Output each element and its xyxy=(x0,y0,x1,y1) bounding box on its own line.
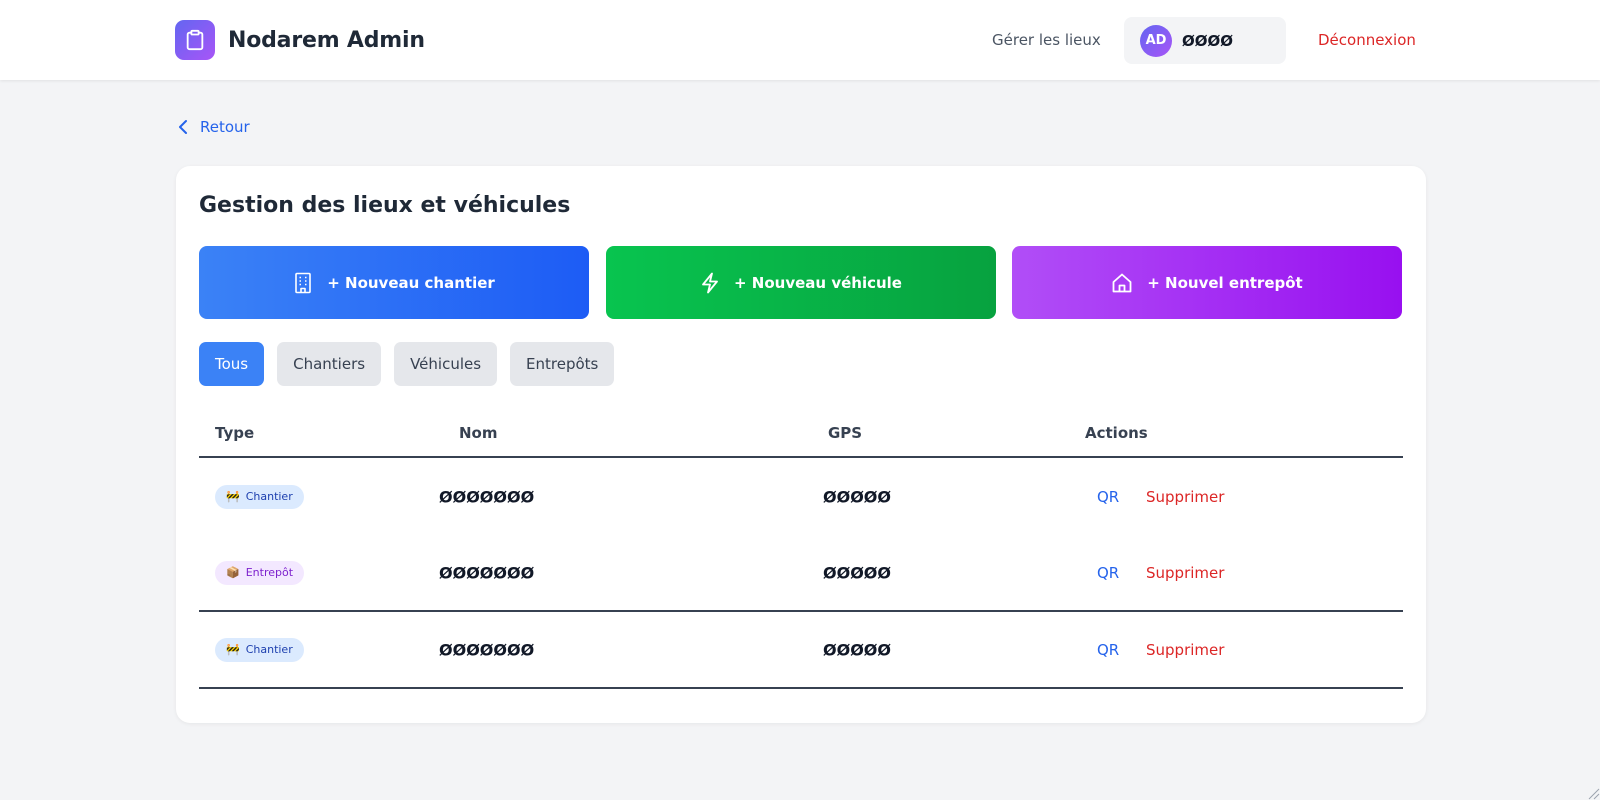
new-vehicle-button[interactable]: + Nouveau véhicule xyxy=(606,246,996,319)
type-label: Entrepôt xyxy=(245,566,294,579)
new-warehouse-button[interactable]: + Nouvel entrepôt xyxy=(1012,246,1402,319)
construction-icon: 🚧 xyxy=(226,490,240,503)
places-table: Type Nom GPS Actions 🚧 Chantier ØØØØØØØ … xyxy=(199,408,1403,689)
tab-vehicles[interactable]: Véhicules xyxy=(394,342,498,386)
qr-button[interactable]: QR xyxy=(1097,641,1119,659)
building-icon xyxy=(295,272,312,293)
brand-title: Nodarem Admin xyxy=(228,27,425,53)
column-header-type: Type xyxy=(215,424,255,442)
table-row: 🚧 Chantier ØØØØØØØ ØØØØØ QR Supprimer xyxy=(199,458,1403,535)
delete-button[interactable]: Supprimer xyxy=(1146,641,1224,659)
page-title: Gestion des lieux et véhicules xyxy=(199,193,571,218)
type-badge: 📦 Entrepôt xyxy=(215,560,305,585)
type-badge: 🚧 Chantier xyxy=(215,484,304,509)
new-warehouse-label: + Nouvel entrepôt xyxy=(1147,273,1303,292)
new-site-label: + Nouveau chantier xyxy=(327,273,495,292)
home-icon xyxy=(1112,273,1132,292)
resize-grip-icon[interactable] xyxy=(1586,786,1600,800)
name-cell: ØØØØØØØ xyxy=(439,563,535,582)
filter-tabs: Tous Chantiers Véhicules Entrepôts xyxy=(199,342,615,386)
construction-icon: 🚧 xyxy=(226,643,240,656)
tab-all[interactable]: Tous xyxy=(199,342,265,386)
name-cell: ØØØØØØØ xyxy=(439,487,535,506)
clipboard-icon xyxy=(175,20,215,60)
column-header-name: Nom xyxy=(459,424,498,442)
type-label: Chantier xyxy=(245,490,293,503)
new-vehicle-label: + Nouveau véhicule xyxy=(734,273,902,292)
lightning-icon xyxy=(702,272,718,293)
column-header-gps: GPS xyxy=(828,424,863,442)
new-site-button[interactable]: + Nouveau chantier xyxy=(199,246,589,319)
qr-button[interactable]: QR xyxy=(1097,488,1119,506)
tab-sites[interactable]: Chantiers xyxy=(277,342,382,386)
type-cell: 🚧 Chantier xyxy=(215,637,304,662)
table-row: 📦 Entrepôt ØØØØØØØ ØØØØØ QR Supprimer xyxy=(199,535,1403,612)
logout-button[interactable]: Déconnexion xyxy=(1318,31,1416,49)
table-header: Type Nom GPS Actions xyxy=(199,408,1403,458)
tab-warehouses[interactable]: Entrepôts xyxy=(510,342,615,386)
gps-cell: ØØØØØ xyxy=(823,640,892,659)
type-cell: 📦 Entrepôt xyxy=(215,560,305,585)
top-navbar: Nodarem Admin Gérer les lieux AD ØØØØ Dé… xyxy=(0,0,1600,80)
manage-places-link[interactable]: Gérer les lieux xyxy=(992,31,1101,49)
table-row: 🚧 Chantier ØØØØØØØ ØØØØØ QR Supprimer xyxy=(199,612,1403,689)
chevron-left-icon xyxy=(179,120,187,134)
type-badge: 🚧 Chantier xyxy=(215,637,304,662)
brand[interactable]: Nodarem Admin xyxy=(175,20,425,60)
gps-cell: ØØØØØ xyxy=(823,563,892,582)
user-menu[interactable]: AD ØØØØ xyxy=(1124,17,1286,64)
qr-button[interactable]: QR xyxy=(1097,564,1119,582)
places-card: Gestion des lieux et véhicules + Nouveau… xyxy=(176,166,1426,723)
gps-cell: ØØØØØ xyxy=(823,487,892,506)
user-name: ØØØØ xyxy=(1182,31,1234,50)
package-icon: 📦 xyxy=(226,566,240,579)
type-label: Chantier xyxy=(245,643,293,656)
name-cell: ØØØØØØØ xyxy=(439,640,535,659)
delete-button[interactable]: Supprimer xyxy=(1146,564,1224,582)
avatar: AD xyxy=(1140,24,1172,57)
delete-button[interactable]: Supprimer xyxy=(1146,488,1224,506)
column-header-actions: Actions xyxy=(1085,424,1148,442)
back-link[interactable]: Retour xyxy=(178,118,250,136)
type-cell: 🚧 Chantier xyxy=(215,484,304,509)
back-label: Retour xyxy=(200,118,250,136)
